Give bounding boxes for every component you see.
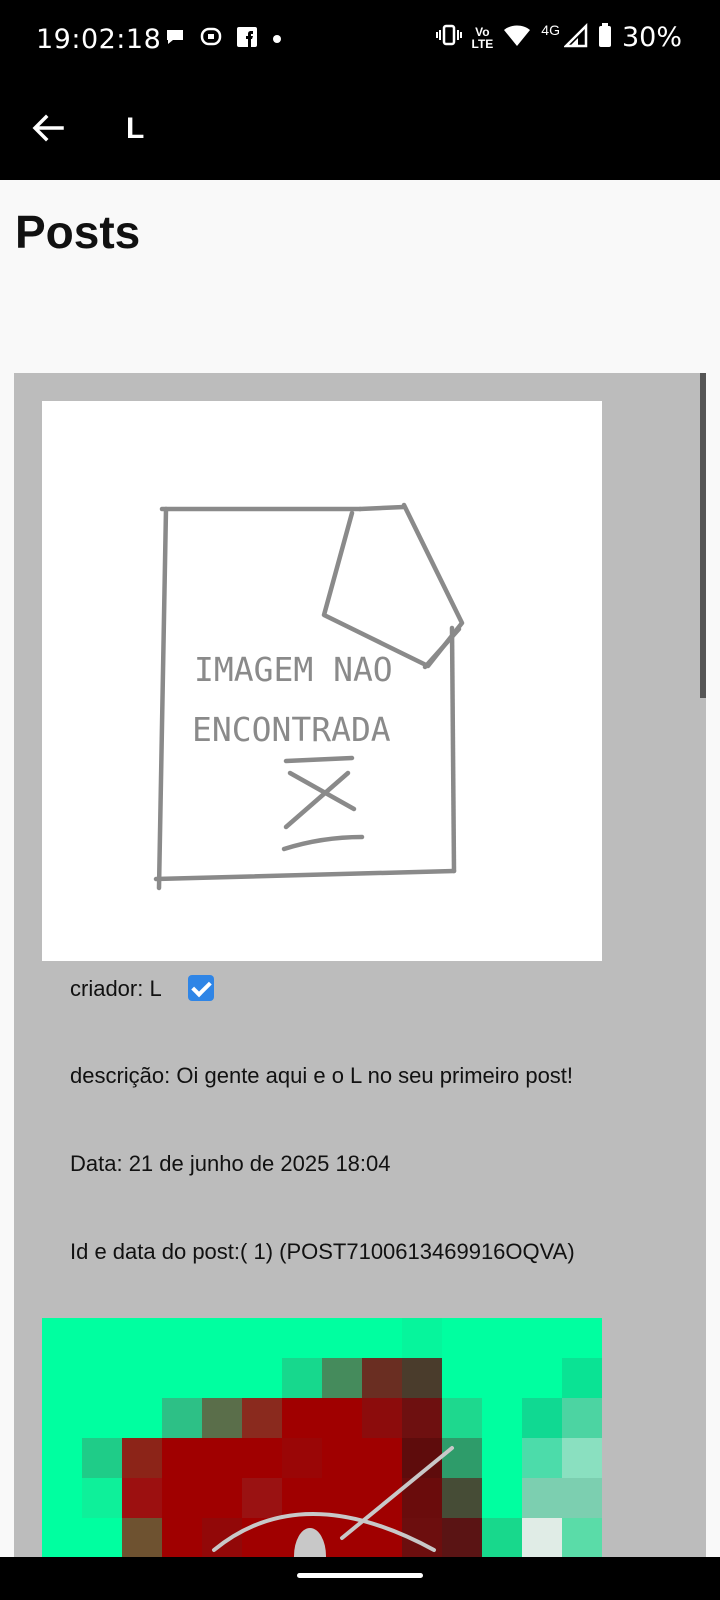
post-card[interactable]: IMAGEM NAO ENCONTRADA criador: L descriç… (14, 373, 706, 1557)
system-icons: Vo LTE 4G 30% (435, 21, 682, 53)
wifi-icon (503, 22, 531, 53)
placeholder-text-line-2: ENCONTRADA (192, 710, 391, 749)
placeholder-text-line-1: IMAGEM NAO (194, 650, 393, 689)
battery-icon (598, 22, 612, 53)
post-creator-text: criador: L (70, 976, 162, 1001)
dot-icon (272, 26, 282, 53)
post-description: descrição: Oi gente aqui e o L no seu pr… (70, 1063, 574, 1088)
status-bar: 19:02:18 Vo LTE 4G 30% (0, 0, 720, 82)
network-type-label: 4G (541, 21, 560, 38)
status-time: 19:02:18 (36, 24, 162, 55)
message-icon (200, 26, 222, 53)
post-id: Id e data do post:( 1) (POST710061346991… (70, 1239, 575, 1264)
vibrate-icon (435, 22, 462, 53)
chat-bubble-icon (164, 26, 186, 53)
signal-icon (562, 22, 588, 53)
notification-icons (164, 26, 282, 53)
scrollbar-thumb[interactable] (700, 373, 706, 698)
post-image: IMAGEM NAO ENCONTRADA (42, 401, 602, 961)
post-creator: criador: L (70, 975, 214, 1002)
volte-icon: Vo LTE (471, 24, 494, 51)
home-gesture-handle[interactable] (297, 1573, 423, 1578)
post-date: Data: 21 de junho de 2025 18:04 (70, 1151, 391, 1176)
page-title: Posts (15, 206, 141, 258)
app-bar-title: L (126, 112, 145, 145)
navigation-bar (0, 1557, 720, 1600)
battery-percent: 30% (621, 22, 682, 53)
check-box-icon (187, 975, 214, 1001)
post-image-pixelated (42, 1318, 602, 1557)
facebook-icon (236, 26, 258, 53)
image-not-found-sketch: IMAGEM NAO ENCONTRADA (153, 502, 465, 891)
app-bar: L (0, 82, 720, 180)
arrow-left-icon (32, 114, 64, 142)
back-button[interactable] (28, 108, 68, 148)
